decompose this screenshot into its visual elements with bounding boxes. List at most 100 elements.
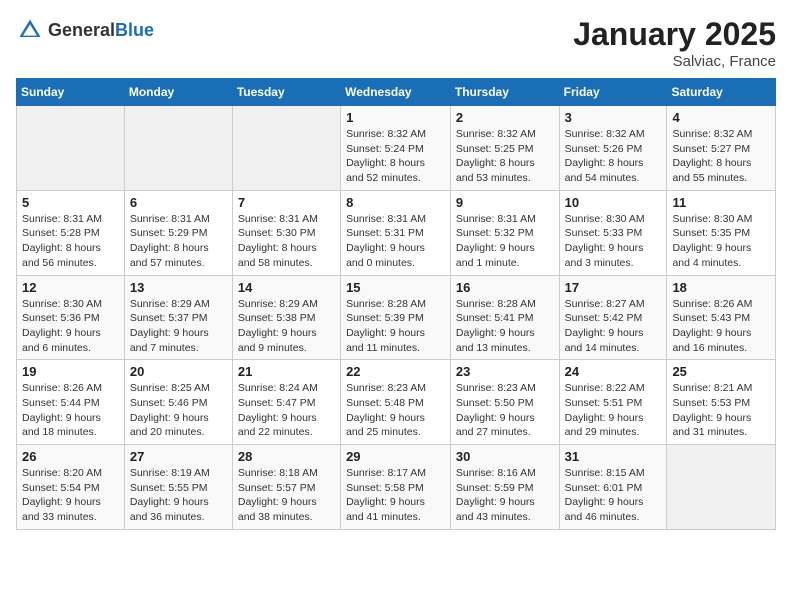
calendar-cell: 3 Sunrise: 8:32 AM Sunset: 5:26 PM Daylig… <box>559 106 667 191</box>
day-number: 15 <box>346 280 445 295</box>
day-number: 11 <box>672 195 770 210</box>
calendar-cell: 9 Sunrise: 8:31 AM Sunset: 5:32 PM Daylig… <box>450 190 559 275</box>
day-number: 29 <box>346 449 445 464</box>
day-number: 10 <box>565 195 662 210</box>
day-number: 26 <box>22 449 119 464</box>
day-number: 28 <box>238 449 335 464</box>
month-title: January 2025 <box>573 16 776 53</box>
weekday-header: Thursday <box>450 79 559 106</box>
day-info: Sunrise: 8:26 AM Sunset: 5:43 PM Dayligh… <box>672 297 770 356</box>
calendar-cell: 15 Sunrise: 8:28 AM Sunset: 5:39 PM Dayli… <box>341 275 451 360</box>
day-info: Sunrise: 8:29 AM Sunset: 5:38 PM Dayligh… <box>238 297 335 356</box>
day-number: 19 <box>22 364 119 379</box>
calendar-cell: 8 Sunrise: 8:31 AM Sunset: 5:31 PM Daylig… <box>341 190 451 275</box>
day-info: Sunrise: 8:16 AM Sunset: 5:59 PM Dayligh… <box>456 466 554 525</box>
calendar-cell: 22 Sunrise: 8:23 AM Sunset: 5:48 PM Dayli… <box>341 360 451 445</box>
day-info: Sunrise: 8:31 AM Sunset: 5:28 PM Dayligh… <box>22 212 119 271</box>
day-info: Sunrise: 8:32 AM Sunset: 5:24 PM Dayligh… <box>346 127 445 186</box>
day-info: Sunrise: 8:30 AM Sunset: 5:35 PM Dayligh… <box>672 212 770 271</box>
weekday-header: Sunday <box>17 79 125 106</box>
day-info: Sunrise: 8:22 AM Sunset: 5:51 PM Dayligh… <box>565 381 662 440</box>
day-number: 5 <box>22 195 119 210</box>
day-info: Sunrise: 8:19 AM Sunset: 5:55 PM Dayligh… <box>130 466 227 525</box>
calendar-cell: 4Sunrise: 8:32 AM Sunset: 5:27 PM Daylig… <box>667 106 776 191</box>
logo: GeneralBlue <box>16 16 154 44</box>
day-info: Sunrise: 8:32 AM Sunset: 5:27 PM Dayligh… <box>672 127 770 186</box>
day-info: Sunrise: 8:30 AM Sunset: 5:36 PM Dayligh… <box>22 297 119 356</box>
calendar-week-row: 26Sunrise: 8:20 AM Sunset: 5:54 PM Dayli… <box>17 445 776 530</box>
day-info: Sunrise: 8:31 AM Sunset: 5:31 PM Dayligh… <box>346 212 445 271</box>
calendar-cell: 24 Sunrise: 8:22 AM Sunset: 5:51 PM Dayli… <box>559 360 667 445</box>
day-info: Sunrise: 8:25 AM Sunset: 5:46 PM Dayligh… <box>130 381 227 440</box>
day-number: 23 <box>456 364 554 379</box>
calendar-cell: 25Sunrise: 8:21 AM Sunset: 5:53 PM Dayli… <box>667 360 776 445</box>
day-info: Sunrise: 8:28 AM Sunset: 5:39 PM Dayligh… <box>346 297 445 356</box>
calendar-cell: 11 Sunrise: 8:30 AM Sunset: 5:35 PM Dayli… <box>667 190 776 275</box>
calendar-cell <box>232 106 340 191</box>
day-number: 12 <box>22 280 119 295</box>
calendar-cell: 23 Sunrise: 8:23 AM Sunset: 5:50 PM Dayli… <box>450 360 559 445</box>
calendar-cell: 10 Sunrise: 8:30 AM Sunset: 5:33 PM Dayli… <box>559 190 667 275</box>
calendar-cell <box>124 106 232 191</box>
calendar-cell: 19 Sunrise: 8:26 AM Sunset: 5:44 PM Dayli… <box>17 360 125 445</box>
calendar-cell: 31Sunrise: 8:15 AM Sunset: 6:01 PM Dayli… <box>559 445 667 530</box>
day-info: Sunrise: 8:28 AM Sunset: 5:41 PM Dayligh… <box>456 297 554 356</box>
calendar-cell: 28Sunrise: 8:18 AM Sunset: 5:57 PM Dayli… <box>232 445 340 530</box>
calendar-cell: 18 Sunrise: 8:26 AM Sunset: 5:43 PM Dayli… <box>667 275 776 360</box>
logo-blue: Blue <box>115 20 154 40</box>
calendar-cell: 17Sunrise: 8:27 AM Sunset: 5:42 PM Dayli… <box>559 275 667 360</box>
day-number: 21 <box>238 364 335 379</box>
day-info: Sunrise: 8:31 AM Sunset: 5:32 PM Dayligh… <box>456 212 554 271</box>
calendar-cell: 1Sunrise: 8:32 AM Sunset: 5:24 PM Daylig… <box>341 106 451 191</box>
day-number: 27 <box>130 449 227 464</box>
location-title: Salviac, France <box>573 53 776 70</box>
calendar-cell: 5 Sunrise: 8:31 AM Sunset: 5:28 PM Daylig… <box>17 190 125 275</box>
day-info: Sunrise: 8:32 AM Sunset: 5:25 PM Dayligh… <box>456 127 554 186</box>
logo-text: GeneralBlue <box>48 20 154 41</box>
weekday-header: Saturday <box>667 79 776 106</box>
calendar-cell: 21Sunrise: 8:24 AM Sunset: 5:47 PM Dayli… <box>232 360 340 445</box>
calendar-cell: 29 Sunrise: 8:17 AM Sunset: 5:58 PM Dayli… <box>341 445 451 530</box>
day-info: Sunrise: 8:15 AM Sunset: 6:01 PM Dayligh… <box>565 466 662 525</box>
day-number: 30 <box>456 449 554 464</box>
weekday-header: Friday <box>559 79 667 106</box>
calendar-cell: 6Sunrise: 8:31 AM Sunset: 5:29 PM Daylig… <box>124 190 232 275</box>
day-number: 7 <box>238 195 335 210</box>
calendar-cell: 27 Sunrise: 8:19 AM Sunset: 5:55 PM Dayli… <box>124 445 232 530</box>
day-number: 8 <box>346 195 445 210</box>
calendar-cell: 13Sunrise: 8:29 AM Sunset: 5:37 PM Dayli… <box>124 275 232 360</box>
day-info: Sunrise: 8:32 AM Sunset: 5:26 PM Dayligh… <box>565 127 662 186</box>
calendar-header: SundayMondayTuesdayWednesdayThursdayFrid… <box>17 79 776 106</box>
day-info: Sunrise: 8:27 AM Sunset: 5:42 PM Dayligh… <box>565 297 662 356</box>
title-area: January 2025 Salviac, France <box>573 16 776 70</box>
day-info: Sunrise: 8:23 AM Sunset: 5:50 PM Dayligh… <box>456 381 554 440</box>
logo-icon <box>16 16 44 44</box>
day-number: 6 <box>130 195 227 210</box>
day-info: Sunrise: 8:17 AM Sunset: 5:58 PM Dayligh… <box>346 466 445 525</box>
day-info: Sunrise: 8:23 AM Sunset: 5:48 PM Dayligh… <box>346 381 445 440</box>
day-number: 22 <box>346 364 445 379</box>
day-number: 18 <box>672 280 770 295</box>
day-number: 24 <box>565 364 662 379</box>
day-number: 2 <box>456 110 554 125</box>
calendar-cell: 16 Sunrise: 8:28 AM Sunset: 5:41 PM Dayli… <box>450 275 559 360</box>
day-number: 20 <box>130 364 227 379</box>
calendar-cell: 30 Sunrise: 8:16 AM Sunset: 5:59 PM Dayli… <box>450 445 559 530</box>
weekday-header: Monday <box>124 79 232 106</box>
calendar-cell: 7Sunrise: 8:31 AM Sunset: 5:30 PM Daylig… <box>232 190 340 275</box>
weekday-header: Tuesday <box>232 79 340 106</box>
calendar-cell: 26Sunrise: 8:20 AM Sunset: 5:54 PM Dayli… <box>17 445 125 530</box>
day-number: 16 <box>456 280 554 295</box>
weekday-header: Wednesday <box>341 79 451 106</box>
calendar-cell: 12 Sunrise: 8:30 AM Sunset: 5:36 PM Dayli… <box>17 275 125 360</box>
weekday-row: SundayMondayTuesdayWednesdayThursdayFrid… <box>17 79 776 106</box>
day-info: Sunrise: 8:26 AM Sunset: 5:44 PM Dayligh… <box>22 381 119 440</box>
calendar-cell: 14Sunrise: 8:29 AM Sunset: 5:38 PM Dayli… <box>232 275 340 360</box>
calendar-week-row: 19 Sunrise: 8:26 AM Sunset: 5:44 PM Dayli… <box>17 360 776 445</box>
calendar-cell: 2 Sunrise: 8:32 AM Sunset: 5:25 PM Daylig… <box>450 106 559 191</box>
day-number: 9 <box>456 195 554 210</box>
day-number: 13 <box>130 280 227 295</box>
day-info: Sunrise: 8:30 AM Sunset: 5:33 PM Dayligh… <box>565 212 662 271</box>
day-number: 3 <box>565 110 662 125</box>
day-number: 25 <box>672 364 770 379</box>
